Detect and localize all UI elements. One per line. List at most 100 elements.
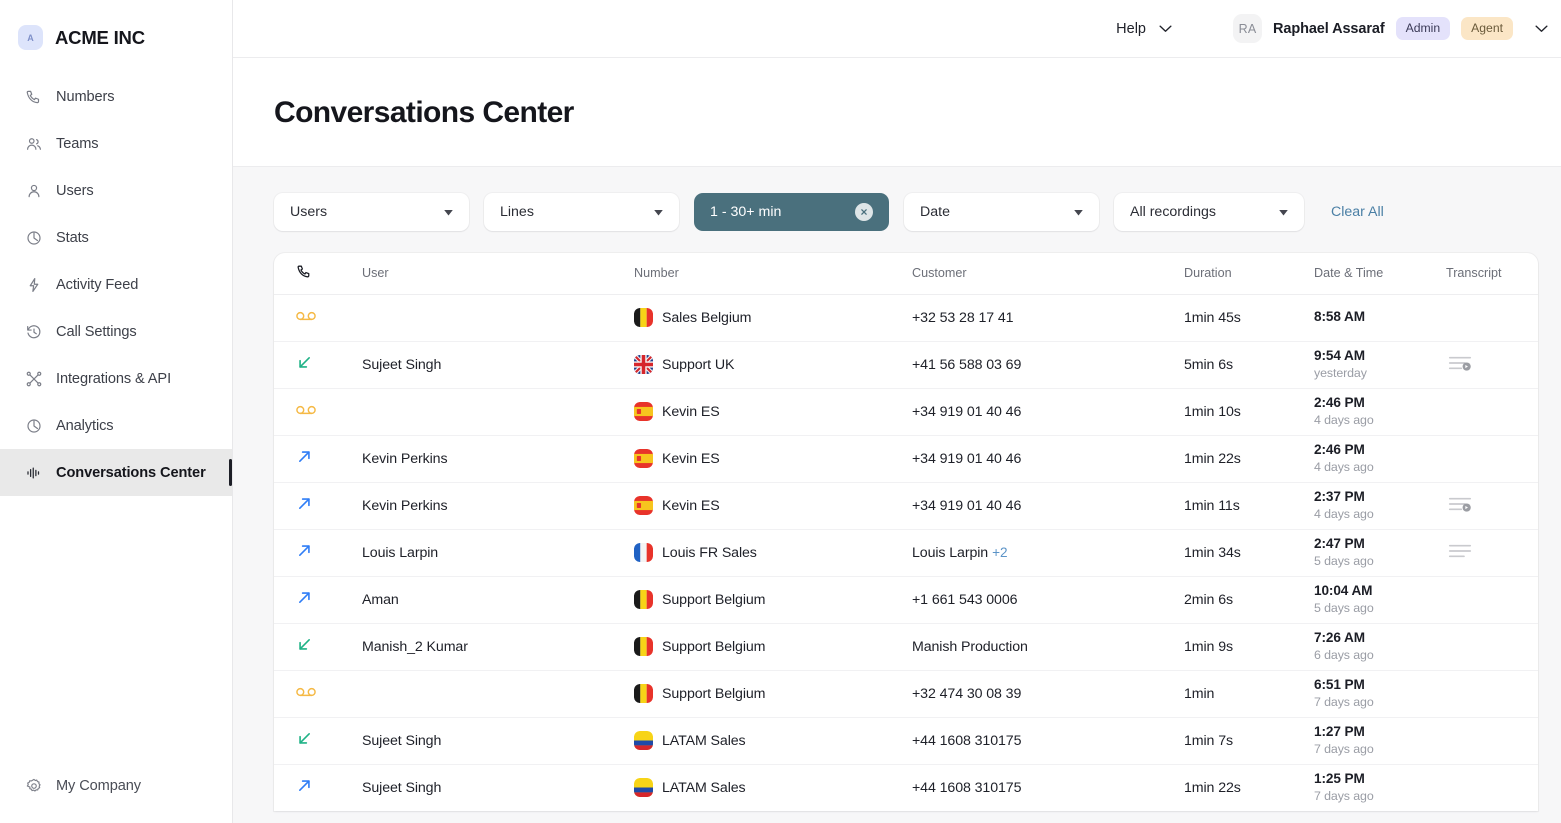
cell-number: LATAM Sales — [634, 717, 912, 765]
sidebar-item-activity-feed[interactable]: Activity Feed — [0, 261, 232, 308]
sidebar-item-teams[interactable]: Teams — [0, 120, 232, 167]
sidebar-item-label: Analytics — [56, 417, 114, 434]
sidebar-item-label: Activity Feed — [56, 276, 139, 293]
avatar: RA — [1232, 14, 1262, 43]
table-row[interactable]: Support Belgium +32 474 30 08 39 1min 6:51 … — [274, 670, 1538, 718]
cell-call-type — [274, 717, 362, 765]
brand-badge: A — [18, 25, 43, 50]
cell-number: Support Belgium — [634, 623, 912, 671]
table-row[interactable]: Aman Support Belgium +1 661 543 0006 2min 6… — [274, 576, 1538, 624]
table-row[interactable]: Louis Larpin Louis FR Sales Louis Larpin +2… — [274, 529, 1538, 577]
history-icon — [24, 322, 43, 341]
sidebar-item-integrations-api[interactable]: Integrations & API — [0, 355, 232, 402]
customer-extra-count: +2 — [992, 544, 1008, 560]
cell-call-type — [274, 435, 362, 483]
table-row[interactable]: Sales Belgium +32 53 28 17 41 1min 45s 8:58… — [274, 294, 1538, 342]
cell-customer: +44 1608 310175 — [912, 779, 1022, 796]
table-row[interactable]: Kevin ES +34 919 01 40 46 1min 10s 2:46 PM 4… — [274, 388, 1538, 436]
help-menu[interactable]: Help — [1116, 21, 1173, 37]
datetime-relative: 4 days ago — [1314, 459, 1374, 474]
filter-recordings[interactable]: All recordings — [1114, 193, 1304, 231]
filter-users[interactable]: Users — [274, 193, 469, 231]
datetime-time: 2:46 PM — [1314, 441, 1365, 457]
cell-user: Louis Larpin — [362, 529, 634, 577]
sidebar-item-call-settings[interactable]: Call Settings — [0, 308, 232, 355]
table-row[interactable]: Kevin Perkins Kevin ES +34 919 01 40 46 1mi… — [274, 435, 1538, 483]
cell-datetime: 2:46 PM 4 days ago — [1314, 435, 1446, 483]
cell-number: Sales Belgium — [634, 294, 912, 342]
conversations-table: User Number Customer Duration Date & Tim… — [274, 253, 1538, 811]
cell-customer: +32 53 28 17 41 — [912, 294, 1184, 342]
sidebar-item-my-company[interactable]: My Company — [0, 762, 232, 809]
cell-user: Sujeet Singh — [362, 341, 634, 389]
cell-call-type — [274, 670, 362, 718]
cell-customer: +34 919 01 40 46 — [912, 388, 1184, 436]
sidebar-item-label: Conversations Center — [56, 464, 206, 481]
table-row[interactable]: Sujeet Singh LATAM Sales +44 1608 310175 1m… — [274, 764, 1538, 811]
transcript-recorded-icon[interactable] — [1448, 355, 1472, 375]
main-panel: Help RA Raphael Assaraf Admin Agent Conv… — [233, 0, 1561, 823]
transcript-icon[interactable] — [1448, 543, 1472, 563]
filter-users-label: Users — [290, 204, 328, 220]
flag-icon-be — [634, 637, 653, 656]
cell-transcript — [1446, 388, 1538, 436]
cell-number: LATAM Sales — [634, 764, 912, 811]
cell-number: Kevin ES — [634, 482, 912, 530]
cell-transcript — [1446, 529, 1538, 577]
cell-transcript — [1446, 623, 1538, 671]
user-menu[interactable]: RA Raphael Assaraf Admin Agent — [1232, 14, 1549, 43]
table-row[interactable]: Kevin Perkins Kevin ES +34 919 01 40 46 1mi… — [274, 482, 1538, 530]
sidebar-item-label: Numbers — [56, 88, 115, 105]
sidebar-item-label: Teams — [56, 135, 99, 152]
brand-name: ACME INC — [55, 26, 145, 48]
clear-all-button[interactable]: Clear All — [1331, 204, 1384, 220]
team-icon — [24, 134, 43, 153]
datetime-relative: yesterday — [1314, 365, 1367, 380]
cell-customer: +34 919 01 40 46 — [912, 482, 1184, 530]
cell-call-type — [274, 764, 362, 811]
cell-user: Sujeet Singh — [362, 779, 442, 796]
sidebar-item-conversations-center[interactable]: Conversations Center — [0, 449, 232, 496]
table-row[interactable]: Sujeet Singh LATAM Sales +44 1608 310175 1m… — [274, 717, 1538, 765]
sidebar-item-label: Users — [56, 182, 94, 199]
flag-icon-fr — [634, 543, 653, 562]
cell-number: Kevin ES — [634, 388, 912, 436]
flag-icon-co — [634, 778, 653, 798]
sidebar-item-stats[interactable]: Stats — [0, 214, 232, 261]
filter-date[interactable]: Date — [904, 193, 1099, 231]
chevron-down-icon[interactable] — [1534, 24, 1549, 33]
close-icon[interactable] — [855, 203, 873, 221]
topbar: Help RA Raphael Assaraf Admin Agent — [233, 0, 1561, 58]
datetime-time: 2:46 PM — [1314, 394, 1365, 410]
column-header-user: User — [362, 253, 634, 295]
cell-duration: 1min — [1184, 670, 1314, 718]
cell-datetime: 2:47 PM 5 days ago — [1314, 529, 1446, 577]
transcript-recorded-icon[interactable] — [1448, 496, 1472, 516]
user-icon — [24, 181, 43, 200]
cell-transcript — [1446, 764, 1538, 811]
filter-lines[interactable]: Lines — [484, 193, 679, 231]
cell-number: Kevin ES — [634, 435, 912, 483]
datetime-relative: 5 days ago — [1314, 600, 1374, 615]
table-row[interactable]: Sujeet Singh Support UK +41 56 588 03 69 5m… — [274, 341, 1538, 389]
datetime-relative: 4 days ago — [1314, 506, 1374, 521]
cell-transcript — [1446, 717, 1538, 765]
column-header-duration: Duration — [1184, 253, 1314, 295]
cell-duration: 1min 11s — [1184, 482, 1314, 530]
table-row[interactable]: Manish_2 Kumar Support Belgium Manish Prod… — [274, 623, 1538, 671]
cell-customer: Louis Larpin +2 — [912, 529, 1184, 577]
filter-duration[interactable]: 1 - 30+ min — [694, 193, 889, 231]
sidebar-item-users[interactable]: Users — [0, 167, 232, 214]
phone-icon — [24, 87, 43, 106]
brand-logo[interactable]: A ACME INC — [0, 0, 232, 58]
activity-icon — [24, 275, 43, 294]
cell-customer: +41 56 588 03 69 — [912, 341, 1184, 389]
cell-user: Kevin Perkins — [362, 435, 634, 483]
chevron-down-icon — [636, 204, 663, 220]
sidebar-item-label: Stats — [56, 229, 89, 246]
sidebar-item-numbers[interactable]: Numbers — [0, 73, 232, 120]
sidebar-nav: Numbers Teams Users Stats Activity Feed … — [0, 73, 232, 762]
number-label: Support Belgium — [662, 685, 766, 702]
cell-customer: +1 661 543 0006 — [912, 576, 1184, 624]
sidebar-item-analytics[interactable]: Analytics — [0, 402, 232, 449]
